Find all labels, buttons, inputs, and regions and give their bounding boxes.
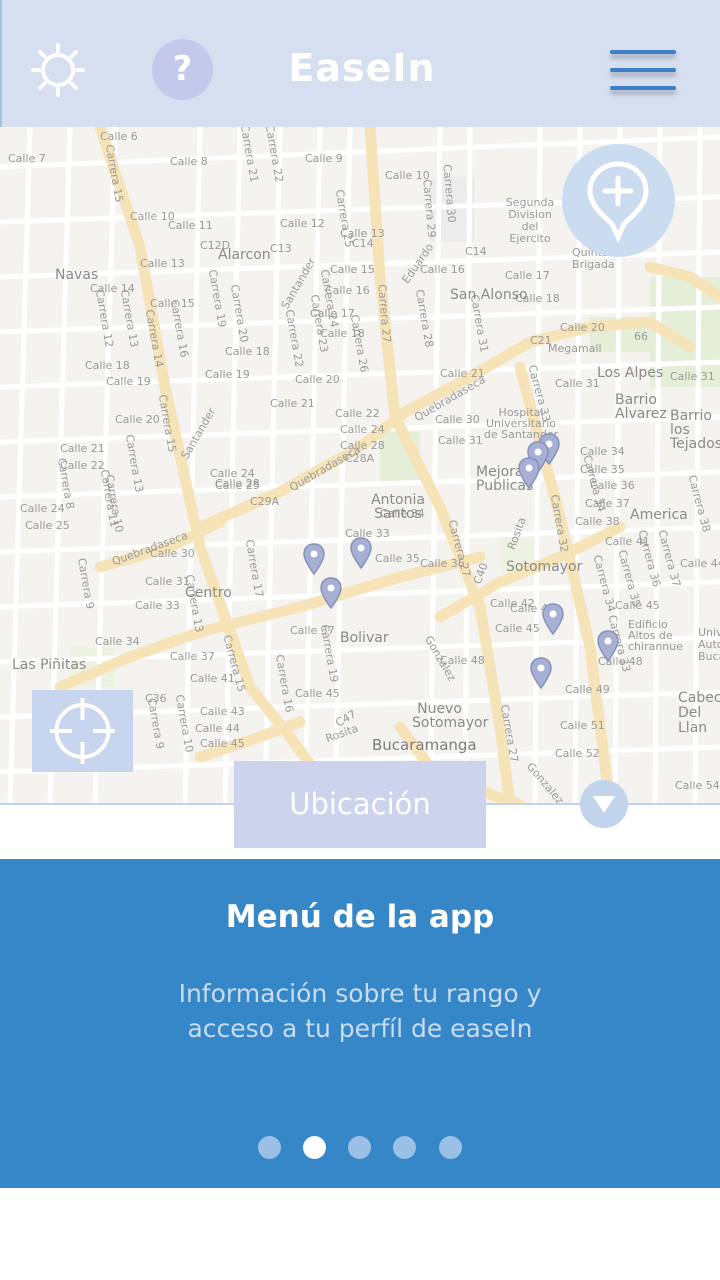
map-label: Calle 19	[106, 375, 151, 388]
map-label: Calle 15	[330, 263, 375, 276]
location-pin-icon[interactable]	[597, 630, 619, 662]
map-label: San Alonso	[450, 287, 528, 303]
map-label: Barrio Alvarez	[615, 392, 667, 422]
map-label: Calle 44	[195, 722, 240, 735]
map-label: Nuevo Sotomayor	[412, 701, 489, 731]
map-label: Calle 52	[555, 747, 600, 760]
triangle-down-icon	[593, 796, 615, 813]
map-label: Edificio Altos de chirannue	[628, 618, 684, 653]
map-label: Calle 31	[670, 370, 715, 383]
map-label: Barrio los Tejados	[670, 408, 720, 452]
map-label: Calle 44	[680, 557, 720, 570]
map-label: C36	[145, 692, 167, 705]
page-dot-active[interactable]	[303, 1136, 326, 1159]
location-pin-icon[interactable]	[350, 537, 372, 569]
location-pin-icon[interactable]	[518, 457, 540, 489]
map-label: Sotomayor	[506, 559, 583, 575]
tutorial-heading: Menú de la app	[225, 899, 495, 935]
map-label: America	[630, 507, 688, 523]
map-label: Calle 38	[575, 515, 620, 528]
locate-me-button[interactable]	[32, 690, 133, 772]
map-label: Calle 9	[305, 152, 343, 165]
map-label: C13	[270, 242, 292, 255]
hamburger-menu-icon[interactable]	[610, 50, 676, 94]
map-label: Calle 33	[135, 599, 180, 612]
map-view[interactable]: Calle 6 Calle 7 Calle 8 Calle 9 Calle 10…	[0, 127, 720, 805]
map-label: Calle 35	[375, 552, 420, 565]
location-pin-icon[interactable]	[542, 603, 564, 635]
map-label: Bolivar	[340, 630, 389, 646]
map-label: C29A	[250, 495, 280, 508]
map-label: Calle 13	[140, 257, 185, 270]
add-location-button[interactable]	[562, 144, 675, 257]
map-label: Univ Auto Buca	[698, 626, 720, 663]
location-pin-icon[interactable]	[320, 577, 342, 609]
page-dot[interactable]	[393, 1136, 416, 1159]
map-label: Los Alpes	[597, 365, 664, 381]
map-label: 66	[634, 330, 648, 343]
page-indicator	[0, 1136, 720, 1160]
crosshair-icon	[50, 698, 115, 764]
tutorial-panel: Menú de la app Información sobre tu rang…	[0, 859, 720, 1188]
map-label: Calle 28	[215, 477, 260, 490]
map-label: Calle 20	[115, 413, 160, 426]
map-label: Calle 22	[335, 407, 380, 420]
location-pin-icon[interactable]	[530, 657, 552, 689]
map-label: Calle 49	[565, 683, 610, 696]
map-label: Calle 45	[295, 687, 340, 700]
map-label: Calle 30	[435, 413, 480, 426]
map-label: Antonia Santos	[371, 492, 425, 522]
map-label: Calle 51	[560, 719, 605, 732]
map-label: Calle 20	[560, 321, 605, 334]
map-label: Calle 6	[100, 130, 138, 143]
map-label: Calle 24	[20, 502, 65, 515]
map-label: Calle 20	[295, 373, 340, 386]
map-label: Navas	[55, 267, 99, 283]
map-label: Calle 17	[505, 269, 550, 282]
map-label: Calle 45	[200, 737, 245, 750]
map-label: Bucaramanga	[372, 736, 477, 754]
page-dot[interactable]	[258, 1136, 281, 1159]
page-dot[interactable]	[439, 1136, 462, 1159]
map-label: Calle 11	[168, 219, 213, 232]
location-button[interactable]: Ubicación	[234, 761, 486, 848]
add-location-pin-icon	[587, 161, 649, 243]
map-label: Calle 43	[200, 705, 245, 718]
map-label: Las Piñitas	[12, 657, 87, 673]
map-label: Calle 12	[280, 217, 325, 230]
map-label: Calle 16	[420, 263, 465, 276]
location-pin-icon[interactable]	[303, 543, 325, 575]
map-label: Calle 45	[495, 622, 540, 635]
map-label: Calle 21	[270, 397, 315, 410]
map-label: Segunda Division del Ejercito	[505, 196, 555, 245]
map-label: Calle 37	[170, 650, 215, 663]
map-label: Megamall	[548, 342, 602, 355]
app-header: ? EaseIn	[0, 0, 720, 127]
map-label: Calle 54	[675, 779, 720, 792]
map-label: Calle 7	[8, 152, 46, 165]
map-label: Alarcon	[218, 247, 271, 263]
tutorial-description: Información sobre tu rango y acceso a tu…	[178, 979, 542, 1043]
map-label: Calle 31	[555, 377, 600, 390]
map-label: Calle 8	[170, 155, 208, 168]
map-label: Calle 24	[340, 423, 385, 436]
map-label: Calle 25	[25, 519, 70, 532]
map-label: Calle 18	[85, 359, 130, 372]
map-label: Centro	[185, 585, 232, 601]
map-label: Calle 31	[438, 434, 483, 447]
map-label: C14	[465, 245, 487, 258]
map-label: Calle 18	[225, 345, 270, 358]
map-label: Calle 21	[60, 442, 105, 455]
map-label: Calle 19	[205, 368, 250, 381]
map-label: Calle 41	[190, 672, 235, 685]
map-label: Cabecer Del Llan	[678, 690, 720, 736]
page-dot[interactable]	[348, 1136, 371, 1159]
map-label: Calle 34	[95, 635, 140, 648]
collapse-button[interactable]	[580, 780, 628, 828]
